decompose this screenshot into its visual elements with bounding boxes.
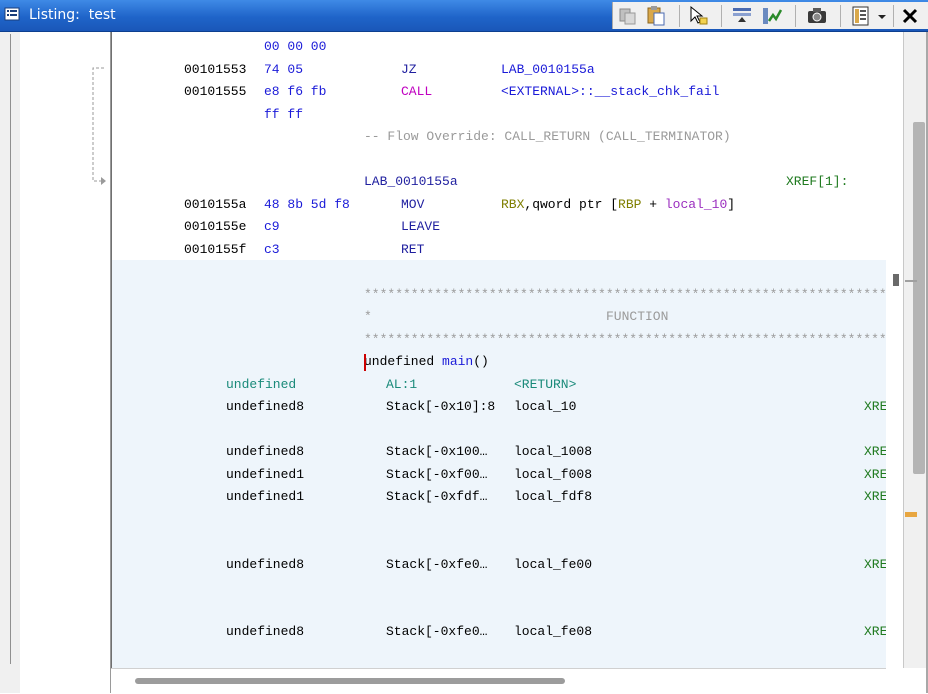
var-storage: Stack[-0xf00…	[386, 467, 488, 482]
function-args: ()	[473, 354, 489, 369]
instruction-bytes: c9	[264, 219, 280, 234]
var-storage: Stack[-0x10]:8	[386, 399, 496, 414]
function-header-star: *	[364, 309, 372, 324]
var-name[interactable]: local_fdf8	[514, 489, 592, 505]
var-name[interactable]: local_10	[514, 399, 576, 415]
function-signature[interactable]: undefined main()	[364, 354, 489, 370]
cursor-select-icon[interactable]	[687, 5, 709, 27]
var-type: undefined8	[226, 444, 305, 459]
function-header-stars: ****************************************…	[364, 287, 887, 302]
instruction-operand-external[interactable]: <EXTERNAL>::__stack_chk_fail	[501, 84, 719, 100]
instruction-mnemonic[interactable]: RET	[401, 242, 424, 258]
var-storage: Stack[-0xfdf…	[386, 489, 488, 504]
instruction-address[interactable]: 00101553	[184, 62, 246, 78]
layout-icon[interactable]	[850, 5, 872, 27]
var-type: undefined1	[226, 489, 305, 504]
operand-text: ]	[727, 197, 736, 212]
listing-window-icon	[4, 6, 20, 22]
flow-override-comment: -- Flow Override: CALL_RETURN (CALL_TERM…	[364, 129, 731, 144]
var-type: undefined8	[226, 399, 305, 414]
function-header-label: FUNCTION	[606, 309, 669, 324]
instruction-bytes: 74 05	[264, 62, 304, 77]
var-xref[interactable]: XRE	[864, 444, 887, 460]
var-xref[interactable]: XRE	[864, 399, 887, 415]
function-name[interactable]: main	[442, 354, 473, 369]
instruction-operands[interactable]: RBX,qword ptr [RBP + local_10]	[501, 197, 735, 213]
variable-operand: local_10	[664, 197, 728, 212]
var-xref[interactable]: XRE	[864, 489, 887, 505]
diff-icon[interactable]	[761, 5, 783, 27]
var-type: undefined1	[226, 467, 305, 482]
xref-header[interactable]: XREF[1]:	[786, 174, 848, 190]
var-storage: Stack[-0xfe0…	[386, 557, 488, 572]
copy-icon[interactable]	[617, 5, 639, 27]
instruction-address[interactable]: 0010155e	[184, 219, 246, 235]
return-type: undefined	[364, 354, 435, 369]
horizontal-scrollbar-thumb[interactable]	[135, 678, 565, 684]
code-label[interactable]: LAB_0010155a	[364, 174, 458, 190]
instruction-mnemonic[interactable]: CALL	[401, 84, 432, 100]
instruction-operand-label[interactable]: LAB_0010155a	[501, 62, 595, 78]
var-storage: AL:1	[386, 377, 418, 392]
var-type: undefined8	[226, 624, 305, 639]
instruction-bytes: e8 f6 fb	[264, 84, 327, 99]
operand-text: ,qword ptr [	[524, 197, 619, 212]
function-header-stars: ****************************************…	[364, 332, 887, 347]
instruction-address[interactable]: 0010155a	[184, 197, 246, 213]
dropdown-icon[interactable]	[875, 5, 889, 27]
instruction-bytes: 00 00 00	[264, 39, 327, 54]
var-xref[interactable]: XRE	[864, 624, 887, 640]
flow-arrow-icon[interactable]	[88, 64, 110, 188]
cursor-position-marker[interactable]	[893, 274, 899, 286]
var-name: <RETURN>	[514, 377, 577, 392]
var-name[interactable]: local_fe00	[514, 557, 592, 573]
instruction-mnemonic[interactable]: MOV	[401, 197, 424, 213]
instruction-address[interactable]: 0010155f	[184, 242, 246, 258]
var-xref[interactable]: XRE	[864, 557, 887, 573]
close-icon[interactable]	[899, 5, 921, 27]
instruction-bytes: ff ff	[264, 107, 304, 122]
operand-text: +	[641, 197, 665, 212]
instruction-mnemonic[interactable]: JZ	[401, 62, 417, 78]
window-title: Listing: test	[29, 7, 116, 23]
gutter-divider	[10, 34, 11, 664]
register-operand: RBP	[618, 197, 642, 212]
text-cursor	[364, 354, 366, 371]
function-block-background	[112, 260, 887, 668]
var-storage: Stack[-0x100…	[386, 444, 488, 459]
bookmark-marker[interactable]	[905, 512, 917, 517]
var-storage: Stack[-0xfe0…	[386, 624, 488, 639]
var-xref[interactable]: XRE	[864, 467, 887, 483]
overview-marker[interactable]	[905, 280, 917, 282]
register-operand: RBX	[501, 197, 525, 212]
vertical-scrollbar-thumb[interactable]	[913, 122, 925, 474]
var-type: undefined	[226, 377, 297, 392]
instruction-bytes: 48 8b 5d f8	[264, 197, 350, 212]
var-name[interactable]: local_f008	[514, 467, 592, 483]
paste-icon[interactable]	[645, 5, 667, 27]
var-name[interactable]: local_1008	[514, 444, 592, 460]
var-name[interactable]: local_fe08	[514, 624, 592, 640]
instruction-mnemonic[interactable]: LEAVE	[401, 219, 440, 235]
var-type: undefined8	[226, 557, 305, 572]
listing-toolbar	[612, 2, 928, 29]
listing-panel[interactable]: 00 00 00 00101553 74 05 JZ LAB_0010155a …	[111, 32, 887, 668]
instruction-address[interactable]: 00101555	[184, 84, 246, 100]
snapshot-icon[interactable]	[806, 5, 828, 27]
instruction-bytes: c3	[264, 242, 280, 257]
field-expand-icon[interactable]	[731, 5, 753, 27]
